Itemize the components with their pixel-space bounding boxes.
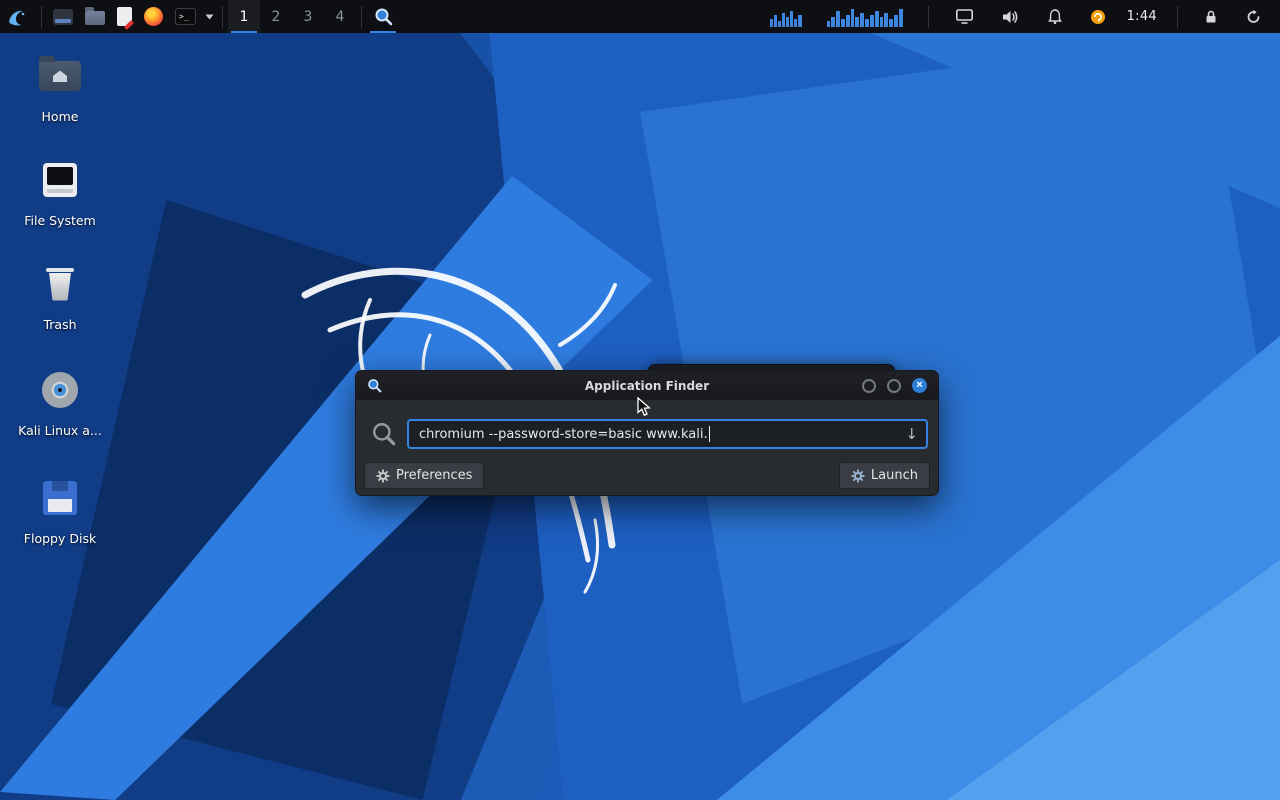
drive-icon [43, 163, 77, 197]
panel-separator [41, 6, 42, 28]
terminal-launcher[interactable]: >_ [169, 0, 202, 33]
desktop-icon-label: Home [42, 109, 79, 124]
bell-icon [1047, 8, 1063, 25]
desktop-icon-file-system[interactable]: File System [15, 160, 105, 228]
launch-button[interactable]: Launch [839, 462, 930, 489]
panel-separator [1177, 6, 1178, 28]
update-indicator-icon [1090, 9, 1106, 25]
optical-disc-icon [42, 372, 78, 408]
desktop: >_ 1 2 3 4 [0, 0, 1280, 800]
button-row: Preferences Launch [364, 462, 930, 489]
dropdown-arrow-icon[interactable]: ↓ [905, 427, 918, 442]
text-editor-launcher[interactable] [111, 0, 138, 33]
search-input[interactable]: chromium --password-store=basic www.kali… [407, 419, 928, 449]
panel-separator [361, 6, 362, 28]
workspace-switcher: 1 2 3 4 [228, 0, 356, 33]
file-manager-icon [53, 9, 73, 25]
taskbar-application-finder[interactable] [367, 0, 399, 33]
application-finder-window: Application Finder × chromium --password… [355, 370, 939, 496]
display-icon [955, 8, 974, 25]
lock-icon [1204, 9, 1218, 25]
desktop-icon-floppy[interactable]: Floppy Disk [15, 478, 105, 546]
firefox-launcher[interactable] [138, 0, 169, 33]
minimize-button[interactable] [862, 379, 876, 393]
applications-menu-button[interactable] [0, 0, 36, 33]
file-manager-launcher[interactable] [47, 0, 79, 33]
desktop-icon-kali-cd[interactable]: Kali Linux a... [15, 370, 105, 438]
preferences-button[interactable]: Preferences [364, 462, 484, 489]
text-caret [709, 426, 710, 442]
top-panel: >_ 1 2 3 4 [0, 0, 1280, 33]
window-title: Application Finder [356, 379, 938, 393]
application-finder-icon [374, 7, 393, 26]
floppy-disk-icon [43, 481, 77, 515]
logout-icon [1245, 9, 1262, 25]
home-folder-icon [39, 61, 81, 91]
search-row: chromium --password-store=basic www.kali… [366, 419, 928, 449]
kali-menu-icon [6, 6, 30, 28]
terminal-icon: >_ [175, 8, 196, 25]
network-graph[interactable] [827, 7, 903, 27]
gear-icon [376, 469, 390, 483]
trash-icon [46, 268, 74, 301]
firefox-icon [144, 7, 163, 26]
panel-separator [222, 6, 223, 28]
executable-gear-icon [851, 469, 865, 483]
folder-icon [85, 11, 105, 25]
chevron-down-icon [205, 14, 214, 20]
updates-indicator[interactable] [1084, 0, 1112, 33]
search-input-text: chromium --password-store=basic www.kali… [419, 427, 708, 442]
close-button[interactable]: × [912, 378, 927, 393]
clock[interactable]: 1:44 [1127, 9, 1157, 24]
terminal-launcher-menu[interactable] [202, 0, 217, 33]
desktop-icon-home[interactable]: Home [15, 56, 105, 124]
speaker-icon [1001, 9, 1020, 25]
desktop-icon-label: Trash [43, 317, 76, 332]
screen-lock-item[interactable] [1198, 0, 1224, 33]
preferences-button-label: Preferences [396, 468, 472, 483]
desktop-icon-label: Floppy Disk [24, 531, 96, 546]
workspace-4[interactable]: 4 [324, 0, 356, 33]
panel-separator [928, 6, 929, 28]
maximize-button[interactable] [887, 379, 901, 393]
search-icon [371, 421, 397, 447]
application-finder-icon [367, 378, 382, 393]
desktop-icon-trash[interactable]: Trash [15, 264, 105, 332]
cpu-graph[interactable] [770, 7, 802, 27]
volume-item[interactable] [995, 0, 1026, 33]
workspace-2[interactable]: 2 [260, 0, 292, 33]
workspace-3[interactable]: 3 [292, 0, 324, 33]
workspace-1[interactable]: 1 [228, 0, 260, 33]
titlebar[interactable]: Application Finder × [356, 371, 938, 400]
folder-launcher[interactable] [79, 0, 111, 33]
display-settings-item[interactable] [949, 0, 980, 33]
desktop-icon-label: File System [24, 213, 96, 228]
notifications-item[interactable] [1041, 0, 1069, 33]
desktop-icon-label: Kali Linux a... [18, 423, 102, 438]
session-menu-item[interactable] [1239, 0, 1268, 33]
text-editor-icon [117, 7, 132, 26]
launch-button-label: Launch [871, 468, 918, 483]
